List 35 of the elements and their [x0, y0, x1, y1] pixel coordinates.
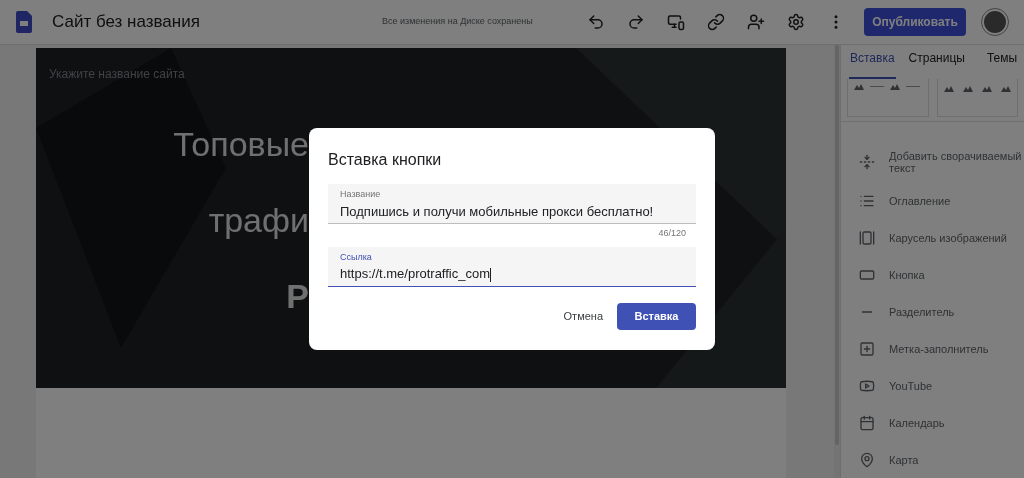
panel-tab[interactable]: Вставка — [849, 49, 896, 79]
insert-item[interactable]: Оглавление — [889, 194, 1024, 207]
collapse-icon[interactable] — [859, 154, 875, 170]
insert-item[interactable]: Метка-заполнитель — [889, 342, 1024, 355]
dialog-title: Вставка кнопки — [328, 150, 443, 170]
hero-heading-text: Р — [286, 276, 309, 317]
hero-heading-text: трафи — [208, 200, 309, 241]
insert-item[interactable]: YouTube — [889, 379, 1024, 392]
layout-thumbnail[interactable] — [847, 79, 929, 117]
image-icon — [854, 83, 864, 90]
image-icon — [890, 83, 900, 90]
calendar-icon[interactable] — [859, 414, 875, 431]
layout-thumbnail[interactable] — [937, 79, 1018, 117]
panel-tab[interactable]: Страницы — [907, 49, 966, 79]
save-status: Все изменения на Диске сохранены — [382, 15, 534, 29]
publish-button[interactable]: Опубликовать — [864, 8, 966, 36]
plus-square-icon[interactable] — [859, 340, 875, 357]
text-field[interactable]: Название Подпишись и получи мобильные прокси бесплатно! — [328, 184, 696, 224]
site-title[interactable]: Сайт без названия — [52, 9, 382, 35]
text-field[interactable]: Ссылка https://t.me/protraffic_com — [328, 246, 696, 287]
avatar[interactable] — [982, 9, 1008, 35]
insert-item[interactable]: Разделитель — [889, 305, 1024, 318]
insert-item[interactable]: Добавить сворачиваемый текст — [889, 150, 1024, 174]
sites-logo-icon[interactable] — [16, 11, 32, 33]
panel-tab[interactable]: Темы — [985, 49, 1019, 79]
character-counter: 46/120 — [658, 227, 686, 240]
insert-item[interactable]: Календарь — [889, 416, 1024, 429]
insert-button[interactable]: Вставка — [617, 302, 696, 330]
insert-item[interactable]: Кнопка — [889, 268, 1024, 281]
cancel-button[interactable]: Отмена — [561, 302, 605, 330]
insert-item[interactable]: Карта — [889, 453, 1024, 466]
hero-heading-text: Топовые — [173, 124, 309, 165]
carousel-icon[interactable] — [859, 229, 875, 246]
insert-item[interactable]: Карусель изображений — [889, 231, 1024, 244]
map-pin-icon[interactable] — [859, 451, 875, 468]
